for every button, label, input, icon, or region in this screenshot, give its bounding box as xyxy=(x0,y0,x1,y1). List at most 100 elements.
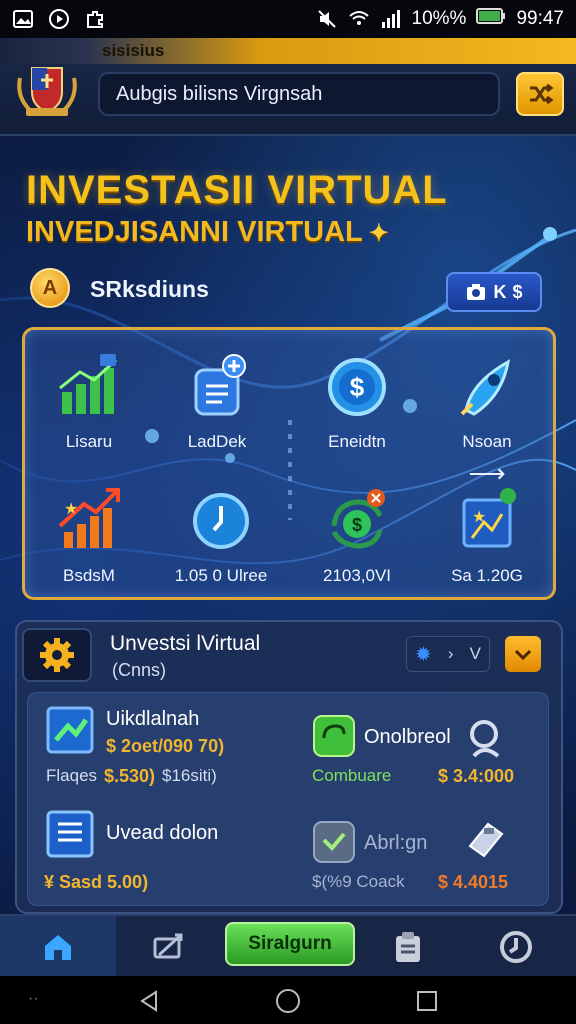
item-name-1: Onolbreol xyxy=(364,726,451,748)
portfolio-icon: ★ xyxy=(452,486,522,556)
item-sub-extra-0: $16siti) xyxy=(162,766,217,785)
page-title: INVESTASII VIRTUAL xyxy=(26,168,448,212)
exchange-button[interactable]: K $ xyxy=(446,272,542,312)
confirm-button[interactable] xyxy=(505,636,541,672)
exchange-button-text: K xyxy=(493,281,507,302)
svg-text:$: $ xyxy=(352,515,362,535)
feature-item-4[interactable]: ★ BsdsM xyxy=(24,486,154,586)
feature-label-1: LadDek xyxy=(187,432,247,451)
battery-text: 10%% xyxy=(411,8,467,29)
view-toggle-label: V xyxy=(469,644,481,663)
arrow-right-icon: ⟶ xyxy=(468,458,506,488)
header-strip: sisisius xyxy=(0,38,576,64)
signal-icon xyxy=(380,8,402,30)
system-nav-bar: ·· xyxy=(0,976,576,1024)
play-icon xyxy=(48,8,70,30)
nav-history[interactable] xyxy=(456,916,576,978)
document-add-icon xyxy=(182,352,252,422)
shuffle-button[interactable] xyxy=(516,72,564,116)
coin-letter: A xyxy=(42,276,58,299)
clock-icon xyxy=(186,486,256,556)
feature-label-3: Nsoan xyxy=(462,432,512,451)
nav-clipboard[interactable] xyxy=(360,916,456,978)
sparkle-icon: ✦ xyxy=(368,220,389,247)
feature-label-7: Sa 1.20G xyxy=(451,566,523,585)
feature-item-7[interactable]: ★ Sa 1.20G xyxy=(422,486,552,586)
search-input-value: Aubgis bilisns Virgnsah xyxy=(116,82,323,105)
battery-icon xyxy=(476,7,506,31)
item-sub-value-0: $.530) xyxy=(104,766,156,786)
feature-label-4: BsdsM xyxy=(63,566,115,585)
page-subtitle-text: INVEDJISANNI VIRTUAL xyxy=(26,216,363,248)
clock-nav-icon xyxy=(500,931,532,963)
feature-item-6[interactable]: $ 2103,0VI xyxy=(292,486,422,586)
back-button[interactable] xyxy=(136,988,162,1019)
item-value-1: $ 3.4:000 xyxy=(438,766,515,786)
item-value-3: $ 4.4015 xyxy=(438,872,509,892)
svg-text:★: ★ xyxy=(64,501,78,518)
list-doc-icon xyxy=(46,810,94,858)
search-input[interactable]: Aubgis bilisns Virgnsah xyxy=(98,72,500,116)
gear-icon xyxy=(40,638,74,672)
dollar-icon: $ xyxy=(512,281,523,302)
view-toggle[interactable]: ✹ › V xyxy=(406,636,490,672)
feature-item-3[interactable]: Nsoan ⟶ xyxy=(422,352,552,489)
status-bar: 10%% 99:47 xyxy=(0,0,576,38)
item-name-3: Abrl:gn xyxy=(364,832,428,854)
feature-item-5[interactable]: 1.05 0 Ulree xyxy=(156,486,286,586)
gallery-icon xyxy=(12,8,34,30)
clock-text: 99:47 xyxy=(516,8,564,29)
feature-label-6: 2103,0VI xyxy=(322,566,392,585)
header-strip-text: sisisius xyxy=(102,41,165,60)
search-person-icon xyxy=(464,716,508,760)
coin-icon: A xyxy=(30,268,70,308)
dots-icon: ·· xyxy=(28,990,39,1007)
nav-home[interactable] xyxy=(0,916,116,978)
item-name-2: Uvead dolon xyxy=(106,822,219,844)
feature-item-2[interactable]: $ Eneidtn xyxy=(292,352,422,452)
chat-green-icon xyxy=(312,714,356,758)
rocket-icon xyxy=(452,352,522,422)
invest-panel-subtitle: (Cnns) xyxy=(112,660,167,680)
item-value-2: ¥ Sasd 5.00) xyxy=(44,872,149,892)
feature-label-5: 1.05 0 Ulree xyxy=(174,566,268,585)
feature-label-2: Eneidtn xyxy=(328,432,386,451)
chevron-right-icon: › xyxy=(447,644,454,663)
puzzle-icon xyxy=(84,8,106,30)
app-logo-crest[interactable] xyxy=(14,58,80,120)
invest-panel-title: Unvestsi lVirtual xyxy=(110,632,261,655)
feature-item-0[interactable]: Lisaru xyxy=(24,352,154,452)
item-sub-0: Flaqes xyxy=(46,766,98,785)
camera-icon xyxy=(467,284,486,300)
home-circle-icon xyxy=(276,989,300,1013)
item-sub-1: Combuare xyxy=(312,766,392,785)
home-system-button[interactable] xyxy=(274,987,302,1020)
chart-card-icon xyxy=(46,706,94,754)
item-value-0: $ 2oet/090 70) xyxy=(106,736,225,756)
home-icon xyxy=(45,935,71,960)
item-sub-3: $(%9 Coack xyxy=(312,872,405,891)
check-icon xyxy=(514,649,532,661)
shuffle-icon xyxy=(530,83,554,105)
svg-text:$: $ xyxy=(350,372,365,402)
back-icon xyxy=(140,990,157,1012)
recents-icon xyxy=(417,991,437,1011)
item-name-0: Uikdlalnah xyxy=(106,708,200,730)
start-button[interactable]: Siralgurn xyxy=(225,922,355,966)
transfer-icon xyxy=(153,933,183,959)
mute-icon xyxy=(316,8,338,30)
money-cycle-icon: $ xyxy=(322,486,392,556)
app-header: sisisius Aubgis bilisns Virgnsah xyxy=(0,38,576,136)
wallet-icon xyxy=(464,816,508,860)
bar-chart-icon xyxy=(54,352,124,422)
balance-label: SRksdiuns xyxy=(90,276,209,302)
settings-small-icon: ✹ xyxy=(415,643,432,666)
growth-arrow-icon: ★ xyxy=(54,486,124,556)
wifi-icon xyxy=(348,8,370,30)
nav-transfer[interactable] xyxy=(116,916,222,978)
feature-item-1[interactable]: LadDek xyxy=(152,352,282,452)
dollar-coin-icon: $ xyxy=(322,352,392,422)
clipboard-icon xyxy=(396,932,420,962)
settings-button[interactable] xyxy=(22,628,92,682)
recents-button[interactable] xyxy=(414,988,440,1019)
